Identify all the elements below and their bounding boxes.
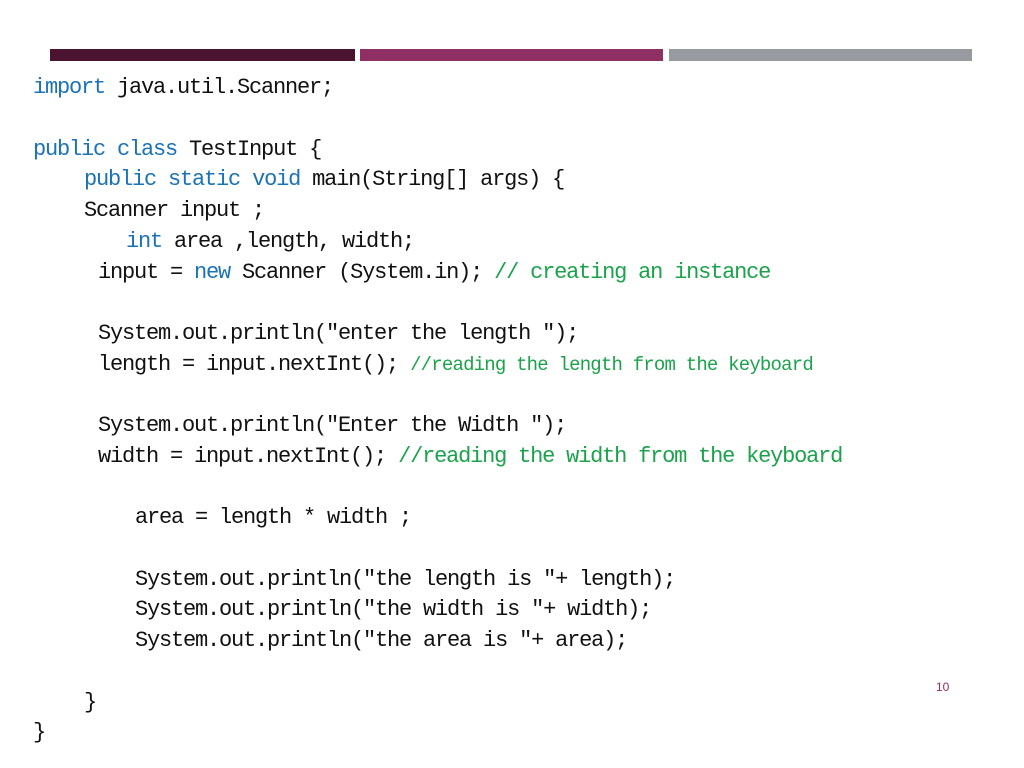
- code-text: System.out.println("Enter the Width ");: [98, 413, 567, 438]
- code-line-main-method: public static void main(String[] args) {: [84, 167, 565, 193]
- keyword: new: [194, 260, 231, 285]
- code-line-read-width: width = input.nextInt(); //reading the w…: [98, 444, 843, 470]
- code-text: area = length * width ;: [135, 505, 412, 530]
- code-line-close-class: }: [33, 720, 46, 746]
- slide-page-number: 10: [936, 680, 950, 694]
- code-text: System.out.println("the length is "+ len…: [135, 567, 676, 592]
- code-comment: // creating an instance: [494, 260, 771, 285]
- code-text: System.out.println("the area is "+ area)…: [135, 628, 628, 653]
- code-text: TestInput {: [177, 137, 322, 162]
- code-text: width = input.nextInt();: [98, 444, 399, 469]
- code-line-read-length: length = input.nextInt(); //reading the …: [98, 352, 814, 378]
- keyword: int: [126, 229, 163, 254]
- code-text: length = input.nextInt();: [98, 352, 411, 377]
- code-line-close-method: }: [84, 690, 97, 716]
- code-text: Scanner input ;: [84, 198, 265, 223]
- keyword: static: [168, 167, 241, 192]
- code-text: Scanner (System.in);: [230, 260, 495, 285]
- code-text: java.util.Scanner;: [105, 75, 334, 100]
- code-line-prompt-length: System.out.println("enter the length ");: [98, 321, 579, 347]
- code-line-int-declaration: int area ,length, width;: [126, 229, 415, 255]
- code-line-prompt-width: System.out.println("Enter the Width ");: [98, 413, 567, 439]
- keyword: public: [33, 137, 106, 162]
- code-text: area ,length, width;: [162, 229, 415, 254]
- code-text: }: [33, 720, 46, 745]
- code-text: System.out.println("enter the length ");: [98, 321, 579, 346]
- code-line-class-declaration: public class TestInput {: [33, 137, 322, 163]
- keyword: public: [84, 167, 157, 192]
- keyword: import: [33, 75, 106, 100]
- code-line-scanner-instance: input = new Scanner (System.in); // crea…: [98, 260, 771, 286]
- code-line-import: import java.util.Scanner;: [33, 75, 334, 101]
- code-comment: //reading the width from the keyboard: [398, 444, 843, 469]
- keyword: class: [117, 137, 178, 162]
- code-text: main(String[] args) {: [300, 167, 565, 192]
- code-text: System.out.println("the width is "+ widt…: [135, 597, 652, 622]
- code-text: input =: [98, 260, 195, 285]
- code-text: }: [84, 690, 97, 715]
- code-comment: //reading the length from the keyboard: [410, 354, 814, 376]
- code-line-print-area: System.out.println("the area is "+ area)…: [135, 628, 628, 654]
- code-block: import java.util.Scanner; public class T…: [0, 0, 1024, 768]
- keyword: void: [252, 167, 301, 192]
- code-line-print-width: System.out.println("the width is "+ widt…: [135, 597, 652, 623]
- code-line-print-length: System.out.println("the length is "+ len…: [135, 567, 676, 593]
- code-line-scanner-declaration: Scanner input ;: [84, 198, 265, 224]
- code-line-area-calc: area = length * width ;: [135, 505, 412, 531]
